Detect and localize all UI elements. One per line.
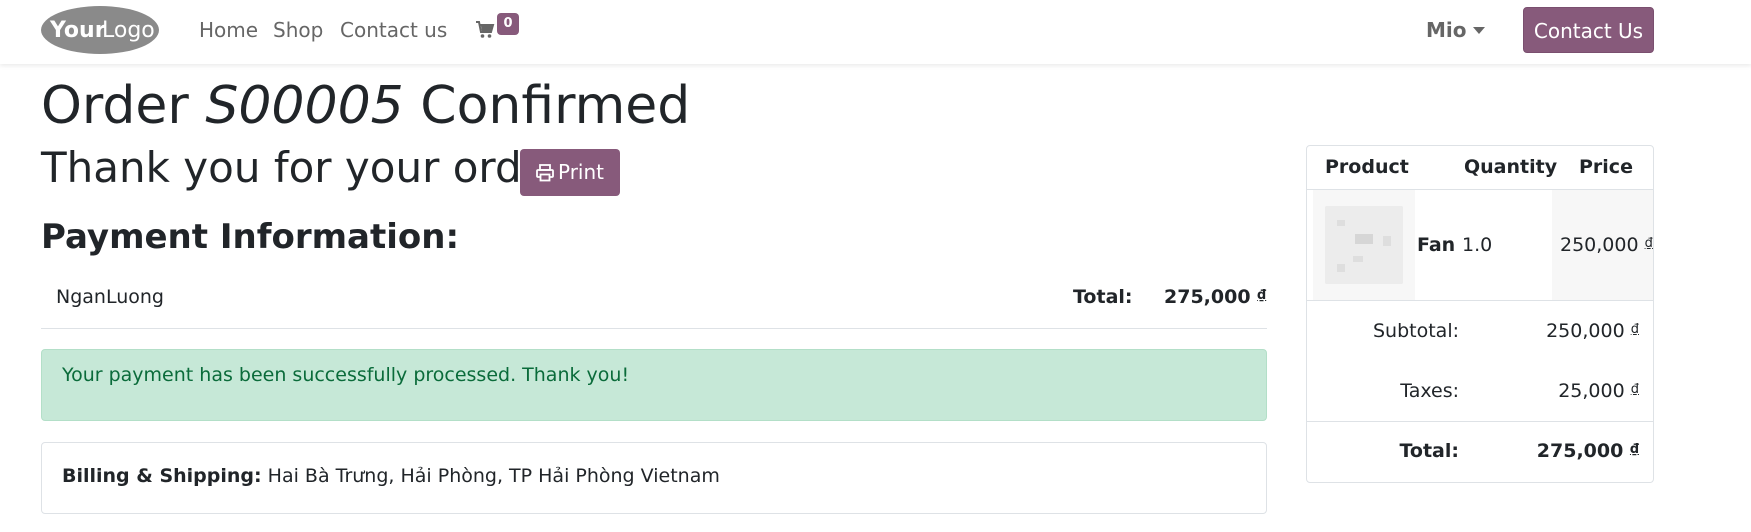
page-title: Order S00005 Confirmed	[41, 76, 690, 136]
totals-divider	[1307, 421, 1653, 422]
currency-symbol: ₫	[1629, 442, 1639, 457]
billing-address: Hai Bà Trưng, Hải Phòng, TP Hải Phòng Vi…	[267, 465, 720, 487]
cart-total-label: Total:	[1399, 440, 1459, 462]
print-button[interactable]: Print	[520, 149, 620, 196]
billing-shipping-box: Billing & Shipping: Hai Bà Trưng, Hải Ph…	[41, 442, 1267, 514]
user-menu-toggle[interactable]: Mio	[1426, 18, 1467, 42]
thank-you-heading: Thank you for your order.	[41, 143, 575, 192]
payment-method: NganLuong	[56, 286, 164, 308]
nav-contact-link[interactable]: Contact us	[340, 18, 447, 42]
subtotal-value: 250,000 ₫	[1546, 320, 1639, 342]
chevron-down-icon[interactable]	[1473, 27, 1485, 34]
cart-summary-card: Product Quantity Price Fan 1.0 250,000 ₫…	[1306, 145, 1654, 483]
payment-success-alert: Your payment has been successfully proce…	[41, 349, 1267, 421]
nav-home-link[interactable]: Home	[199, 18, 258, 42]
cart-total-amount: 275,000	[1536, 440, 1624, 462]
items-divider	[1307, 300, 1653, 301]
payment-total-amount: 275,000	[1164, 286, 1251, 308]
billing-label: Billing & Shipping:	[62, 465, 262, 487]
cart-total-value: 275,000 ₫	[1537, 440, 1639, 462]
currency-symbol: ₫	[1644, 236, 1653, 251]
company-logo[interactable]: Your Logo	[40, 5, 160, 55]
svg-text:Logo: Logo	[102, 18, 155, 43]
payment-total-value: 275,000 ₫	[1164, 286, 1266, 308]
cart-item-quantity: 1.0	[1462, 234, 1493, 256]
col-header-product: Product	[1325, 156, 1409, 178]
product-thumbnail[interactable]	[1325, 206, 1403, 284]
subtotal-label: Subtotal:	[1372, 320, 1459, 342]
cart-item-price-amount: 250,000	[1560, 234, 1639, 256]
col-header-quantity: Quantity	[1464, 156, 1558, 178]
shopping-cart-icon[interactable]	[475, 20, 495, 40]
nav-shop-link[interactable]: Shop	[273, 18, 323, 42]
taxes-value: 25,000 ₫	[1558, 380, 1639, 402]
currency-symbol: ₫	[1630, 382, 1639, 397]
print-button-label: Print	[557, 160, 604, 184]
col-header-price: Price	[1579, 156, 1633, 178]
payment-info-heading: Payment Information:	[41, 217, 460, 257]
payment-total-label: Total:	[1073, 286, 1133, 308]
subtotal-amount: 250,000	[1546, 320, 1625, 342]
cart-count-badge: 0	[497, 13, 519, 35]
top-navbar: Your Logo Home Shop Contact us 0 Mio Con…	[0, 0, 1751, 64]
taxes-amount: 25,000	[1558, 380, 1625, 402]
order-title-prefix: Order	[41, 76, 189, 136]
cart-item-name[interactable]: Fan	[1417, 234, 1455, 256]
contact-us-button[interactable]: Contact Us	[1523, 7, 1654, 53]
cart-item-price: 250,000 ₫	[1560, 234, 1653, 256]
order-title-suffix: Confirmed	[420, 76, 691, 136]
printer-icon	[536, 164, 554, 182]
currency-symbol: ₫	[1257, 288, 1267, 303]
payment-row: NganLuong Total: 275,000 ₫	[41, 278, 1267, 329]
currency-symbol: ₫	[1630, 322, 1639, 337]
order-number: S00005	[205, 76, 404, 136]
taxes-label: Taxes:	[1400, 380, 1459, 402]
svg-text:Your: Your	[49, 18, 106, 43]
